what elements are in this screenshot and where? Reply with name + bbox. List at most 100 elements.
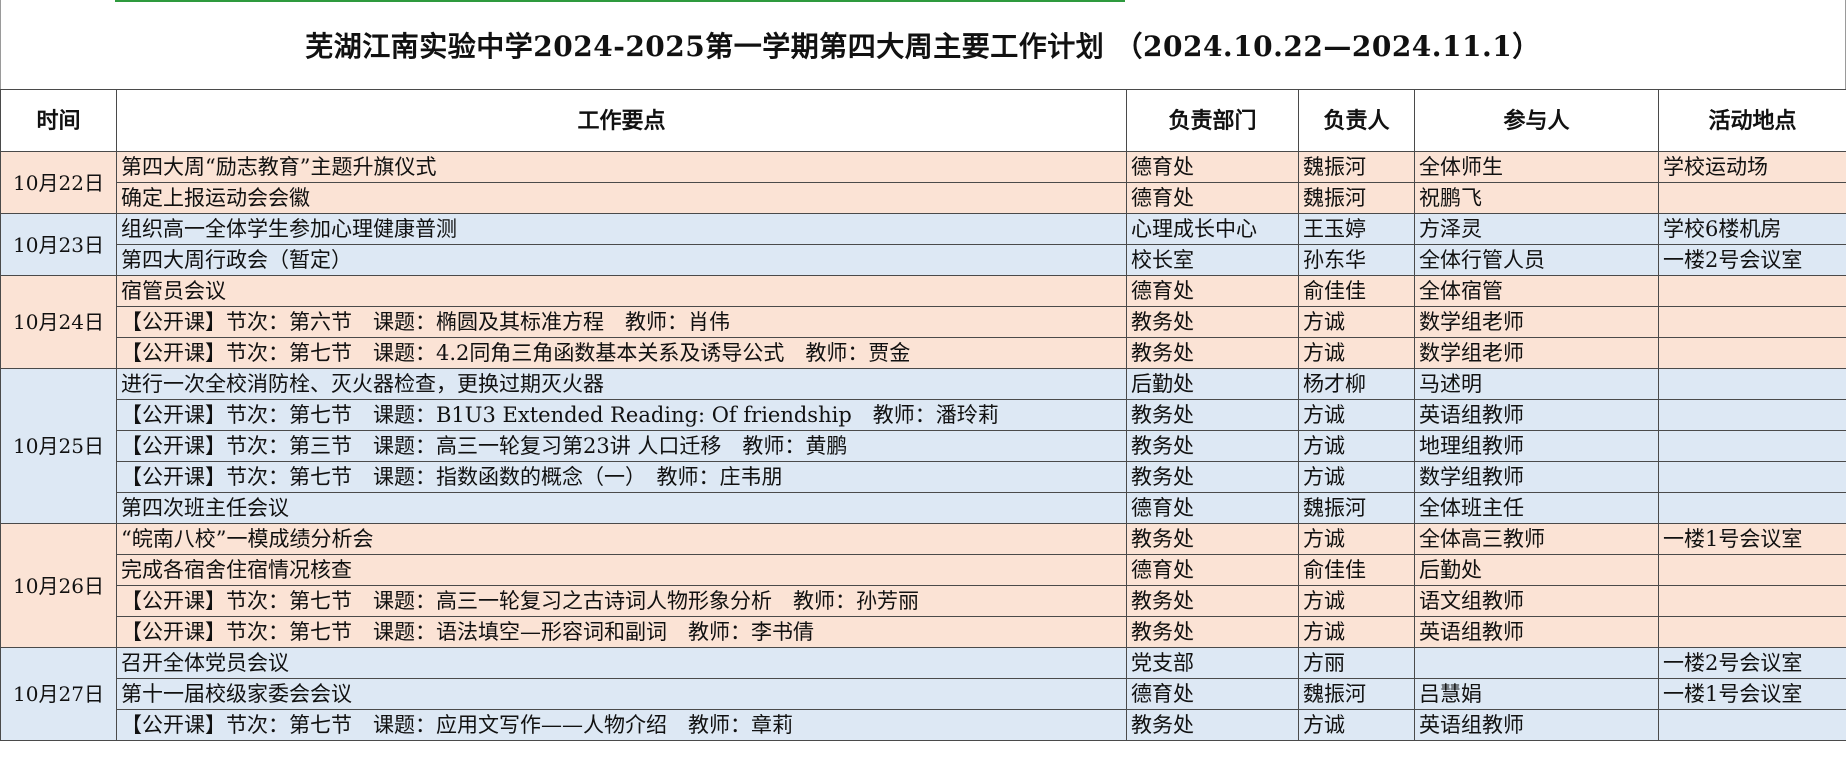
dept-cell[interactable]: 教务处 <box>1126 585 1299 617</box>
dept-cell[interactable]: 教务处 <box>1126 616 1299 648</box>
item-cell[interactable]: 第四次班主任会议 <box>116 492 1127 524</box>
participants-cell[interactable]: 全体宿管 <box>1414 275 1659 307</box>
place-cell[interactable] <box>1658 585 1846 617</box>
owner-cell[interactable]: 俞佳佳 <box>1298 275 1415 307</box>
item-cell[interactable]: 宿管员会议 <box>116 275 1127 307</box>
participants-cell[interactable]: 数学组教师 <box>1414 461 1659 493</box>
place-cell[interactable]: 学校运动场 <box>1658 151 1846 183</box>
participants-cell[interactable] <box>1414 647 1659 679</box>
header-item[interactable]: 工作要点 <box>116 89 1127 152</box>
item-cell[interactable]: 【公开课】节次：第七节 课题：语法填空—形容词和副词 教师：李书倩 <box>116 616 1127 648</box>
dept-cell[interactable]: 校长室 <box>1126 244 1299 276</box>
participants-cell[interactable]: 英语组教师 <box>1414 616 1659 648</box>
header-owner[interactable]: 负责人 <box>1298 89 1415 152</box>
participants-cell[interactable]: 全体高三教师 <box>1414 523 1659 555</box>
item-cell[interactable]: 进行一次全校消防栓、灭火器检查，更换过期灭火器 <box>116 368 1127 400</box>
place-cell[interactable]: 一楼2号会议室 <box>1658 647 1846 679</box>
place-cell[interactable]: 学校6楼机房 <box>1658 213 1846 245</box>
dept-cell[interactable]: 德育处 <box>1126 182 1299 214</box>
header-place[interactable]: 活动地点 <box>1658 89 1846 152</box>
place-cell[interactable]: 一楼2号会议室 <box>1658 244 1846 276</box>
owner-cell[interactable]: 孙东华 <box>1298 244 1415 276</box>
dept-cell[interactable]: 教务处 <box>1126 461 1299 493</box>
item-cell[interactable]: 【公开课】节次：第七节 课题：指数函数的概念（一） 教师：庄韦朋 <box>116 461 1127 493</box>
header-time[interactable]: 时间 <box>0 89 117 152</box>
place-cell[interactable] <box>1658 182 1846 214</box>
item-cell[interactable]: 完成各宿舍住宿情况核查 <box>116 554 1127 586</box>
owner-cell[interactable]: 杨才柳 <box>1298 368 1415 400</box>
date-cell[interactable]: 10月24日 <box>0 275 117 369</box>
place-cell[interactable] <box>1658 337 1846 369</box>
place-cell[interactable] <box>1658 554 1846 586</box>
dept-cell[interactable]: 教务处 <box>1126 430 1299 462</box>
item-cell[interactable]: 【公开课】节次：第七节 课题：B1U3 Extended Reading: Of… <box>116 399 1127 431</box>
item-cell[interactable]: 召开全体党员会议 <box>116 647 1127 679</box>
item-cell[interactable]: 【公开课】节次：第六节 课题：椭圆及其标准方程 教师：肖伟 <box>116 306 1127 338</box>
dept-cell[interactable]: 德育处 <box>1126 492 1299 524</box>
dept-cell[interactable]: 后勤处 <box>1126 368 1299 400</box>
participants-cell[interactable]: 全体班主任 <box>1414 492 1659 524</box>
owner-cell[interactable]: 方诚 <box>1298 430 1415 462</box>
dept-cell[interactable]: 党支部 <box>1126 647 1299 679</box>
participants-cell[interactable]: 数学组老师 <box>1414 306 1659 338</box>
place-cell[interactable]: 一楼1号会议室 <box>1658 523 1846 555</box>
item-cell[interactable]: 【公开课】节次：第七节 课题：4.2同角三角函数基本关系及诱导公式 教师：贾金 <box>116 337 1127 369</box>
owner-cell[interactable]: 魏振河 <box>1298 151 1415 183</box>
date-cell[interactable]: 10月23日 <box>0 213 117 276</box>
place-cell[interactable] <box>1658 709 1846 741</box>
owner-cell[interactable]: 方诚 <box>1298 461 1415 493</box>
dept-cell[interactable]: 德育处 <box>1126 678 1299 710</box>
participants-cell[interactable]: 吕慧娟 <box>1414 678 1659 710</box>
owner-cell[interactable]: 方诚 <box>1298 709 1415 741</box>
owner-cell[interactable]: 王玉婷 <box>1298 213 1415 245</box>
owner-cell[interactable]: 方诚 <box>1298 337 1415 369</box>
place-cell[interactable] <box>1658 616 1846 648</box>
participants-cell[interactable]: 全体师生 <box>1414 151 1659 183</box>
participants-cell[interactable]: 英语组教师 <box>1414 399 1659 431</box>
dept-cell[interactable]: 教务处 <box>1126 523 1299 555</box>
owner-cell[interactable]: 方诚 <box>1298 523 1415 555</box>
owner-cell[interactable]: 方诚 <box>1298 585 1415 617</box>
item-cell[interactable]: 组织高一全体学生参加心理健康普测 <box>116 213 1127 245</box>
owner-cell[interactable]: 魏振河 <box>1298 182 1415 214</box>
dept-cell[interactable]: 教务处 <box>1126 709 1299 741</box>
date-cell[interactable]: 10月22日 <box>0 151 117 214</box>
participants-cell[interactable]: 祝鹏飞 <box>1414 182 1659 214</box>
item-cell[interactable]: 第十一届校级家委会会议 <box>116 678 1127 710</box>
participants-cell[interactable]: 方泽灵 <box>1414 213 1659 245</box>
item-cell[interactable]: “皖南八校”一模成绩分析会 <box>116 523 1127 555</box>
place-cell[interactable]: 一楼1号会议室 <box>1658 678 1846 710</box>
place-cell[interactable] <box>1658 399 1846 431</box>
participants-cell[interactable]: 后勤处 <box>1414 554 1659 586</box>
dept-cell[interactable]: 心理成长中心 <box>1126 213 1299 245</box>
owner-cell[interactable]: 魏振河 <box>1298 678 1415 710</box>
participants-cell[interactable]: 数学组老师 <box>1414 337 1659 369</box>
item-cell[interactable]: 【公开课】节次：第三节 课题：高三一轮复习第23讲 人口迁移 教师：黄鹏 <box>116 430 1127 462</box>
place-cell[interactable] <box>1658 275 1846 307</box>
dept-cell[interactable]: 德育处 <box>1126 275 1299 307</box>
dept-cell[interactable]: 教务处 <box>1126 399 1299 431</box>
owner-cell[interactable]: 方诚 <box>1298 306 1415 338</box>
owner-cell[interactable]: 俞佳佳 <box>1298 554 1415 586</box>
participants-cell[interactable]: 马述明 <box>1414 368 1659 400</box>
place-cell[interactable] <box>1658 368 1846 400</box>
item-cell[interactable]: 【公开课】节次：第七节 课题：高三一轮复习之古诗词人物形象分析 教师：孙芳丽 <box>116 585 1127 617</box>
dept-cell[interactable]: 教务处 <box>1126 337 1299 369</box>
owner-cell[interactable]: 方丽 <box>1298 647 1415 679</box>
participants-cell[interactable]: 语文组教师 <box>1414 585 1659 617</box>
place-cell[interactable] <box>1658 492 1846 524</box>
participants-cell[interactable]: 英语组教师 <box>1414 709 1659 741</box>
date-cell[interactable]: 10月26日 <box>0 523 117 648</box>
header-participants[interactable]: 参与人 <box>1414 89 1659 152</box>
dept-cell[interactable]: 德育处 <box>1126 151 1299 183</box>
participants-cell[interactable]: 地理组教师 <box>1414 430 1659 462</box>
dept-cell[interactable]: 德育处 <box>1126 554 1299 586</box>
participants-cell[interactable]: 全体行管人员 <box>1414 244 1659 276</box>
date-cell[interactable]: 10月25日 <box>0 368 117 524</box>
item-cell[interactable]: 第四大周“励志教育”主题升旗仪式 <box>116 151 1127 183</box>
place-cell[interactable] <box>1658 306 1846 338</box>
owner-cell[interactable]: 魏振河 <box>1298 492 1415 524</box>
item-cell[interactable]: 确定上报运动会会徽 <box>116 182 1127 214</box>
header-dept[interactable]: 负责部门 <box>1126 89 1299 152</box>
item-cell[interactable]: 【公开课】节次：第七节 课题：应用文写作——人物介绍 教师：章莉 <box>116 709 1127 741</box>
